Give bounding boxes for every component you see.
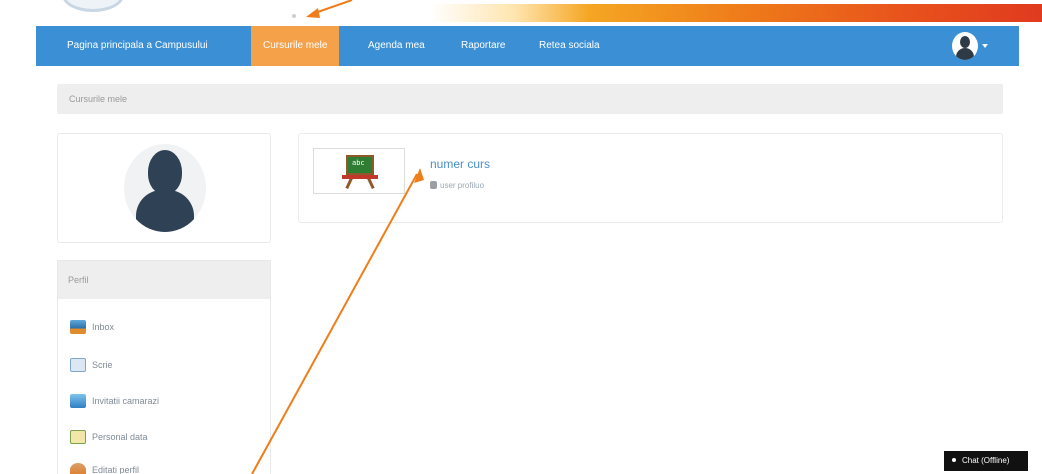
breadcrumb: Cursurile mele (57, 84, 1003, 114)
course-profile-label: user profiluo (440, 181, 485, 190)
user-icon (430, 181, 437, 189)
compose-icon (70, 358, 86, 372)
perfil-item-label: Invitatii camarazi (92, 396, 160, 406)
course-profile-link[interactable]: user profiluo (430, 181, 484, 190)
chat-label: Chat (Offline) (962, 456, 1010, 465)
chevron-down-icon[interactable] (982, 44, 988, 48)
main-navbar: Pagina principala a Campusului Cursurile… (36, 26, 1019, 66)
profile-card (57, 133, 271, 243)
perfil-panel: Perfil Inbox Scrie Invitatii camarazi Pe… (57, 260, 271, 474)
top-banner (0, 0, 1042, 22)
nav-item-campus-home[interactable]: Pagina principala a Campusului (67, 26, 208, 66)
nav-item-my-agenda[interactable]: Agenda mea (368, 26, 425, 66)
perfil-item-label: Inbox (92, 322, 115, 332)
campus-logo[interactable] (62, 0, 124, 12)
nav-item-reporting[interactable]: Raportare (461, 26, 505, 66)
banner-dot (292, 14, 296, 18)
nav-item-my-courses[interactable]: Cursurile mele (251, 26, 340, 66)
perfil-item-inbox[interactable]: Inbox (70, 320, 114, 336)
perfil-header: Perfil (58, 261, 270, 299)
course-thumbnail[interactable]: abc (313, 148, 405, 194)
edit-profile-icon (70, 463, 86, 474)
perfil-item-label: Editati perfil (92, 465, 140, 474)
user-silhouette-icon[interactable] (124, 144, 206, 232)
page: Pagina principala a Campusului Cursurile… (0, 0, 1042, 474)
status-dot-icon (952, 458, 956, 462)
chat-button[interactable]: Chat (Offline) (944, 451, 1028, 471)
nav-item-social-network[interactable]: Retea sociala (539, 26, 600, 66)
chalkboard-icon: abc (346, 155, 374, 175)
invitations-icon (70, 394, 86, 408)
banner-gradient (430, 4, 1042, 22)
perfil-item-label: Scrie (92, 360, 113, 370)
perfil-item-compose[interactable]: Scrie (70, 358, 113, 374)
course-title-link[interactable]: numer curs (430, 157, 490, 171)
breadcrumb-current: Cursurile mele (69, 94, 128, 104)
chalkboard-text: abc (352, 159, 365, 167)
perfil-item-edit-profile[interactable]: Editati perfil (70, 463, 139, 474)
inbox-icon (70, 320, 86, 334)
perfil-item-personal-data[interactable]: Personal data (70, 430, 148, 446)
perfil-title: Perfil (68, 275, 89, 285)
perfil-item-label: Personal data (92, 432, 148, 442)
course-card: abc numer curs user profiluo (298, 133, 1003, 223)
user-avatar-icon[interactable] (952, 32, 978, 60)
perfil-item-invitations[interactable]: Invitatii camarazi (70, 394, 159, 410)
personal-data-icon (70, 430, 86, 444)
